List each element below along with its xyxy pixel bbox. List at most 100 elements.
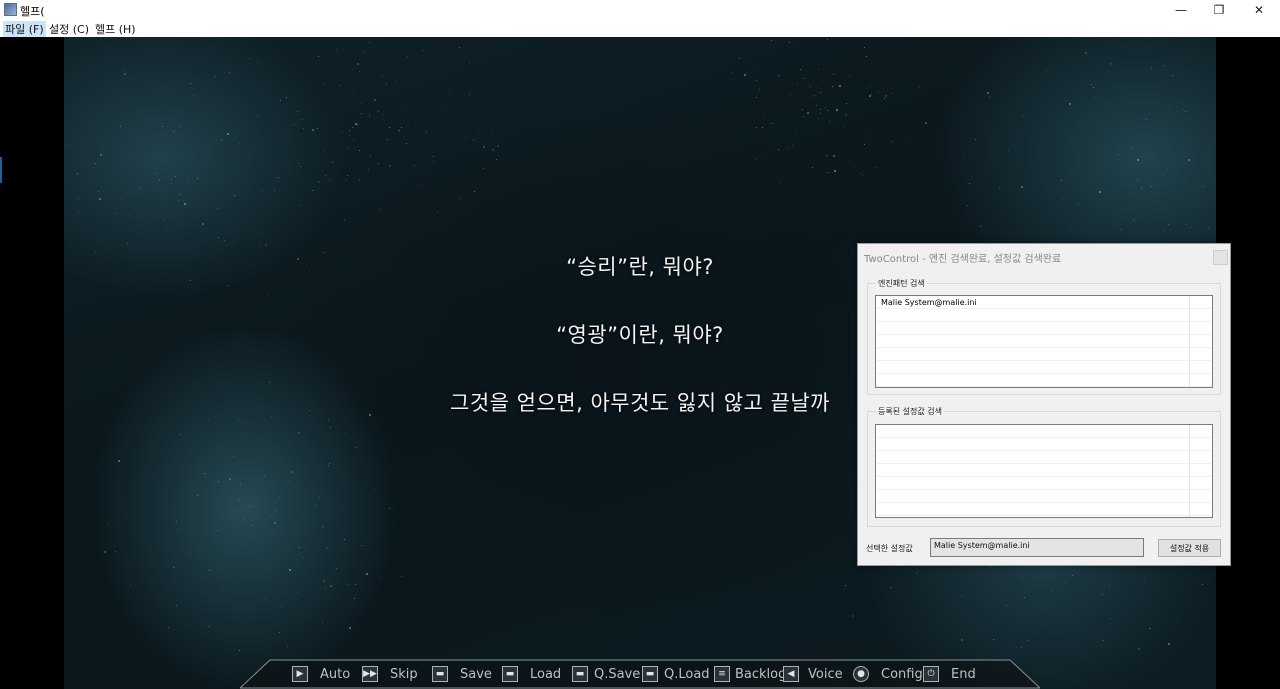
star-speck bbox=[348, 148, 349, 149]
star-speck bbox=[330, 427, 331, 428]
minimize-button[interactable]: — bbox=[1161, 0, 1201, 20]
star-speck bbox=[224, 240, 225, 241]
star-speck bbox=[267, 294, 268, 295]
star-speck bbox=[328, 465, 329, 466]
star-speck bbox=[229, 478, 231, 480]
star-speck bbox=[780, 182, 781, 183]
star-speck bbox=[173, 567, 174, 568]
star-speck bbox=[278, 177, 279, 178]
star-speck bbox=[1190, 227, 1191, 228]
star-speck bbox=[1153, 203, 1154, 204]
star-speck bbox=[325, 175, 326, 176]
star-speck bbox=[1008, 150, 1009, 151]
star-speck bbox=[183, 200, 184, 201]
menu-settings[interactable]: 설정 (C) bbox=[47, 21, 91, 37]
star-speck bbox=[389, 508, 390, 509]
star-speck bbox=[961, 595, 962, 596]
star-speck bbox=[318, 56, 319, 57]
star-speck bbox=[262, 190, 263, 191]
engine-results-list[interactable]: Malie System@malie.ini bbox=[875, 295, 1213, 388]
star-speck bbox=[797, 84, 798, 85]
save-button[interactable]: ▬ Save bbox=[432, 664, 492, 684]
load-icon: ▬ bbox=[502, 666, 518, 682]
star-speck bbox=[303, 557, 304, 558]
star-speck bbox=[1110, 63, 1112, 65]
star-speck bbox=[443, 109, 444, 110]
star-speck bbox=[180, 434, 181, 435]
menu-file[interactable]: 파일 (F) bbox=[3, 21, 46, 37]
backlog-button[interactable]: ≡ Backlog bbox=[714, 664, 786, 684]
star-speck bbox=[753, 68, 754, 69]
star-speck bbox=[336, 49, 337, 50]
end-button[interactable]: ⏻ End bbox=[923, 664, 976, 684]
star-speck bbox=[100, 154, 102, 156]
star-speck bbox=[387, 139, 388, 140]
config-button[interactable]: ● Config bbox=[853, 664, 923, 684]
apply-setting-button[interactable]: 설정값 적용 bbox=[1158, 539, 1221, 557]
list-column-divider bbox=[1189, 296, 1190, 387]
star-speck bbox=[78, 212, 79, 213]
star-speck bbox=[175, 176, 176, 177]
star-speck bbox=[823, 81, 824, 82]
maximize-button[interactable]: ❐ bbox=[1199, 0, 1239, 20]
star-speck bbox=[322, 622, 323, 623]
skip-button[interactable]: ▶▶ Skip bbox=[362, 664, 418, 684]
star-speck bbox=[357, 124, 358, 125]
star-speck bbox=[825, 107, 826, 108]
star-speck bbox=[846, 103, 847, 104]
star-speck bbox=[173, 131, 174, 132]
star-speck bbox=[344, 539, 345, 540]
star-speck bbox=[155, 173, 156, 174]
star-speck bbox=[312, 129, 314, 131]
auto-button[interactable]: ▶ Auto bbox=[292, 664, 350, 684]
star-speck bbox=[1091, 84, 1092, 85]
selected-setting-label: 선택한 설정값 bbox=[866, 544, 913, 553]
star-speck bbox=[496, 159, 497, 160]
star-speck bbox=[827, 39, 828, 40]
star-speck bbox=[218, 237, 219, 238]
star-speck bbox=[459, 47, 460, 48]
voice-button[interactable]: ◀ Voice bbox=[783, 664, 843, 684]
quick-save-button[interactable]: ▬ Q.Save bbox=[572, 664, 640, 684]
star-speck bbox=[389, 127, 390, 128]
power-icon: ⏻ bbox=[923, 666, 939, 682]
auto-label: Auto bbox=[320, 666, 351, 682]
star-speck bbox=[839, 85, 841, 87]
close-button[interactable]: ✕ bbox=[1239, 0, 1279, 20]
star-speck bbox=[336, 568, 337, 569]
list-item[interactable]: Malie System@malie.ini bbox=[881, 298, 977, 307]
star-speck bbox=[366, 573, 368, 575]
star-speck bbox=[130, 585, 131, 586]
star-speck bbox=[459, 198, 460, 199]
star-speck bbox=[802, 109, 803, 110]
star-speck bbox=[260, 232, 261, 233]
star-speck bbox=[239, 650, 240, 651]
star-speck bbox=[179, 194, 180, 195]
star-speck bbox=[828, 110, 829, 111]
quick-save-label: Q.Save bbox=[594, 666, 641, 682]
star-speck bbox=[65, 145, 66, 146]
star-speck bbox=[215, 76, 216, 77]
star-speck bbox=[289, 481, 290, 482]
selected-setting-field[interactable]: Malie System@malie.ini bbox=[930, 538, 1144, 557]
twocontrol-close-button[interactable] bbox=[1213, 250, 1228, 265]
star-speck bbox=[181, 529, 182, 530]
star-speck bbox=[361, 103, 362, 104]
star-speck bbox=[1146, 119, 1147, 120]
star-speck bbox=[810, 96, 811, 97]
star-speck bbox=[229, 72, 230, 73]
fast-forward-icon: ▶▶ bbox=[362, 666, 378, 682]
load-button[interactable]: ▬ Load bbox=[502, 664, 561, 684]
quick-load-button[interactable]: ▬ Q.Load bbox=[642, 664, 710, 684]
star-speck bbox=[257, 116, 258, 117]
quick-save-icon: ▬ bbox=[572, 666, 588, 682]
star-speck bbox=[380, 577, 381, 578]
star-speck bbox=[1202, 584, 1203, 585]
star-speck bbox=[1158, 229, 1159, 230]
star-speck bbox=[1062, 198, 1063, 199]
star-speck bbox=[1024, 597, 1025, 598]
registered-results-list[interactable] bbox=[875, 424, 1213, 518]
star-speck bbox=[1130, 188, 1131, 189]
star-speck bbox=[1197, 189, 1198, 190]
menu-help[interactable]: 헬프 (H) bbox=[93, 21, 138, 37]
